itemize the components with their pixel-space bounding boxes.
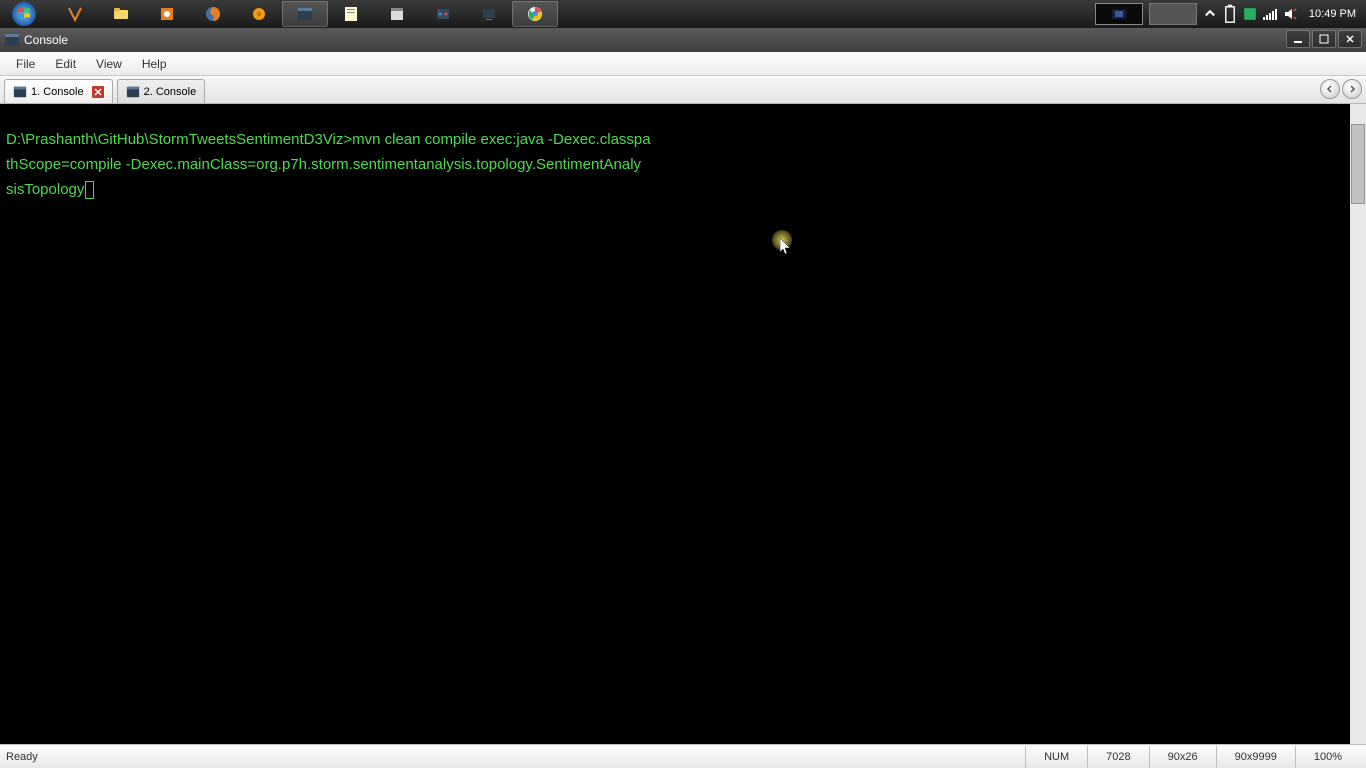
taskbar-firefox-icon[interactable] [190,1,236,27]
tab-console-1[interactable]: 1. Console [4,79,113,103]
status-dimensions: 90x26 [1149,746,1216,768]
taskbar-clock[interactable]: 10:49 PM [1303,8,1362,20]
console-icon [13,85,27,99]
taskbar-app-icon[interactable] [52,1,98,27]
menu-edit[interactable]: Edit [45,55,86,73]
tab-close-button[interactable] [92,86,104,98]
battery-icon[interactable] [1223,7,1237,21]
window-titlebar[interactable]: Console [0,28,1366,52]
tab-nav-next[interactable] [1342,79,1362,99]
menu-file[interactable]: File [6,55,45,73]
terminal-line: sisTopology [6,181,84,198]
terminal-output[interactable]: D:\Prashanth\GitHub\StormTweetsSentiment… [0,104,1350,744]
terminal-line: D:\Prashanth\GitHub\StormTweetsSentiment… [6,131,651,148]
taskbar-chrome-icon[interactable] [512,1,558,27]
status-numlock: NUM [1025,746,1087,768]
tray-chevron-icon[interactable] [1203,7,1217,21]
terminal-area: D:\Prashanth\GitHub\StormTweetsSentiment… [0,104,1366,744]
taskbar-app-icon[interactable] [466,1,512,27]
menu-view[interactable]: View [86,55,132,73]
tab-console-2[interactable]: 2. Console [117,79,206,103]
app-icon [4,32,20,48]
menu-help[interactable]: Help [132,55,177,73]
status-pid: 7028 [1087,746,1148,768]
volume-icon[interactable] [1283,7,1297,21]
taskbar-app-icon[interactable] [144,1,190,27]
tray-icon[interactable] [1243,7,1257,21]
taskbar-explorer-icon[interactable] [98,1,144,27]
terminal-cursor [85,181,94,199]
taskbar-console-icon[interactable] [282,1,328,27]
tab-bar: 1. Console 2. Console [0,76,1366,104]
start-button[interactable] [0,0,48,28]
windows-taskbar: 10:49 PM [0,0,1366,28]
taskbar-app-icon[interactable] [420,1,466,27]
status-bar: Ready NUM 7028 90x26 90x9999 100% [0,744,1366,768]
status-buffer: 90x9999 [1216,746,1295,768]
taskbar-app-icon[interactable] [236,1,282,27]
network-signal-icon[interactable] [1263,7,1277,21]
minimize-button[interactable] [1286,30,1310,48]
status-zoom: 100% [1295,746,1360,768]
tab-nav-prev[interactable] [1320,79,1340,99]
status-ready: Ready [6,751,1025,763]
menu-bar: File Edit View Help [0,52,1366,76]
taskbar-app-icon[interactable] [374,1,420,27]
taskbar-app-icon[interactable] [328,1,374,27]
console-icon [126,85,140,99]
taskbar-thumbnail[interactable] [1095,3,1143,25]
close-button[interactable] [1338,30,1362,48]
maximize-button[interactable] [1312,30,1336,48]
window-title: Console [24,33,68,47]
tab-label: 2. Console [144,86,197,98]
mouse-cursor-icon [780,238,792,256]
scrollbar-thumb[interactable] [1351,124,1365,204]
taskbar-thumbnail[interactable] [1149,3,1197,25]
tab-label: 1. Console [31,86,84,98]
terminal-line: thScope=compile -Dexec.mainClass=org.p7h… [6,156,641,173]
vertical-scrollbar[interactable] [1350,104,1366,744]
